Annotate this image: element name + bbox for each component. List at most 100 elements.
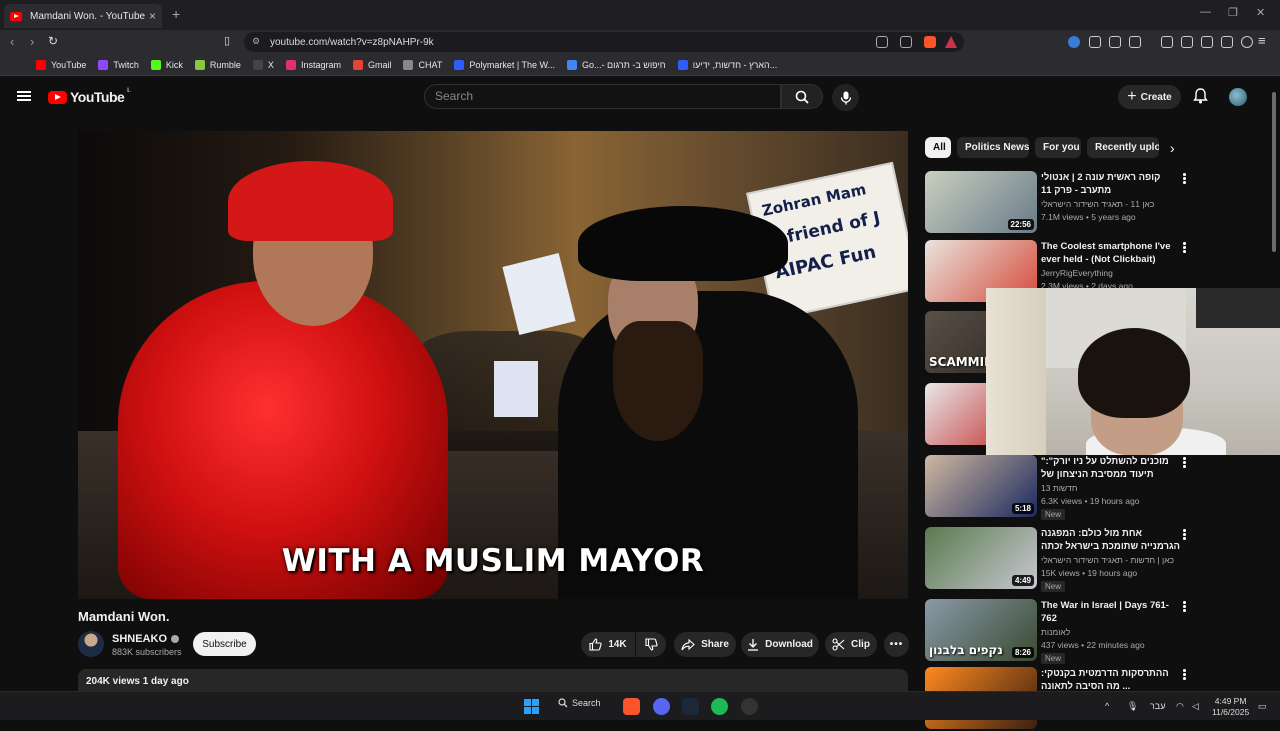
maximize-icon[interactable]: ❐ — [1228, 6, 1238, 19]
app-taskbar-icon[interactable] — [741, 698, 758, 715]
account-avatar[interactable] — [1229, 88, 1247, 106]
extension-icon[interactable] — [1068, 36, 1080, 48]
share-page-icon[interactable] — [900, 36, 912, 48]
create-button[interactable]: + Create — [1118, 85, 1181, 109]
browser-tab[interactable]: Mamdani Won. - YouTube × — [4, 4, 162, 28]
extension-shield-icon[interactable] — [1089, 36, 1101, 48]
recommendation-item[interactable]: 4:49 אחת מול כולם: המפגנה הגרמנייה שתומכת… — [925, 527, 1265, 592]
notifications-icon[interactable] — [1193, 88, 1208, 104]
hamburger-menu-icon[interactable] — [17, 91, 31, 101]
more-options-icon[interactable] — [1183, 529, 1187, 541]
tray-mic-icon[interactable]: 🎙 — [1127, 701, 1138, 712]
youtube-logo[interactable]: YouTube IL — [48, 88, 131, 105]
recommendation-channel[interactable]: כאן 11 - תאגיד השידור הישראלי — [1041, 199, 1181, 209]
bookmark-item[interactable]: YouTube — [36, 59, 86, 70]
bookmark-item[interactable]: Instagram — [285, 59, 341, 70]
wifi-icon[interactable]: ◠ — [1176, 701, 1184, 712]
clip-button[interactable]: Clip — [825, 632, 877, 657]
video-thumbnail[interactable]: 4:49 — [925, 527, 1037, 589]
bookmark-item[interactable]: Kick — [150, 59, 183, 70]
video-player[interactable]: Zohran Mam A friend of J AIPAC Fun WITH … — [78, 131, 908, 599]
brave-shields-icon[interactable] — [924, 36, 936, 48]
leo-ai-icon[interactable] — [1221, 36, 1233, 48]
tab-close-icon[interactable]: × — [149, 9, 156, 23]
clock[interactable]: 4:49 PM 11/6/2025 — [1212, 696, 1249, 718]
recommendation-title[interactable]: "מוכנים להשתלט על ניו יורק": תיעוד ממסיב… — [1041, 455, 1181, 481]
bookmark-item[interactable]: Rumble — [194, 59, 241, 70]
windows-start-icon[interactable] — [524, 699, 539, 714]
bookmark-item[interactable]: הארץ - חדשות, ידיעו... — [677, 59, 777, 70]
sidebar-icon[interactable] — [1181, 36, 1193, 48]
voice-search-button[interactable] — [832, 84, 859, 111]
minimize-icon[interactable]: — — [1200, 6, 1211, 18]
filter-chip[interactable]: For you — [1035, 137, 1081, 158]
new-tab-button[interactable]: + — [172, 6, 180, 22]
recommendation-channel[interactable]: כאן | חדשות - תאגיד השידור הישראלי — [1041, 555, 1181, 565]
brave-taskbar-icon[interactable] — [623, 698, 640, 715]
recommendation-title[interactable]: קופה ראשית עונה 2 | אנטולי מתערב - פרק 1… — [1041, 171, 1181, 197]
more-options-icon[interactable] — [1183, 669, 1187, 681]
cast-icon[interactable] — [876, 36, 888, 48]
back-icon[interactable]: ‹ — [10, 34, 14, 49]
video-thumbnail[interactable]: 5:18 — [925, 455, 1037, 517]
extensions-puzzle-icon[interactable] — [1109, 36, 1121, 48]
forward-icon[interactable]: › — [30, 34, 34, 49]
filter-chip[interactable]: Politics News — [957, 137, 1029, 158]
wallet-icon[interactable] — [1201, 36, 1213, 48]
recommendation-title[interactable]: The Coolest smartphone I've ever held - … — [1041, 240, 1181, 266]
chevron-right-icon[interactable]: › — [1170, 140, 1175, 156]
bookmark-item[interactable]: CHAT — [403, 59, 442, 70]
bookmark-item[interactable]: Go...- חיפוש ב- תרגום — [567, 59, 666, 70]
like-button[interactable]: 14K — [581, 632, 635, 657]
page-scrollbar[interactable] — [1272, 88, 1278, 684]
scrollbar-thumb[interactable] — [1272, 92, 1276, 252]
spotify-taskbar-icon[interactable] — [711, 698, 728, 715]
filter-chip[interactable]: All — [925, 137, 951, 158]
bookmark-item[interactable]: Polymarket | The W... — [454, 59, 555, 70]
recommendation-channel[interactable]: JerryRigEverything — [1041, 268, 1181, 278]
more-actions-button[interactable]: ••• — [884, 632, 909, 657]
extension-box-icon[interactable] — [1129, 36, 1141, 48]
recommendation-channel[interactable]: לאומנות — [1041, 627, 1181, 637]
site-info-icon[interactable]: ⚙ — [252, 36, 260, 47]
recommendation-item[interactable]: 5:18 "מוכנים להשתלט על ניו יורק": תיעוד מ… — [925, 455, 1265, 520]
recommendation-title[interactable]: The War in Israel | Days 761-762 — [1041, 599, 1181, 625]
volume-icon[interactable]: ◁ — [1192, 701, 1199, 712]
input-language[interactable]: עבר — [1150, 701, 1165, 711]
taskbar-search[interactable]: Search — [558, 698, 601, 708]
channel-name[interactable]: SHNEAKO — [112, 633, 180, 645]
filter-chip[interactable]: Recently uploa — [1087, 137, 1159, 158]
channel-avatar[interactable] — [78, 631, 104, 657]
bookmark-icon[interactable]: ▯ — [224, 34, 230, 47]
more-options-icon[interactable] — [1183, 601, 1187, 613]
download-button[interactable]: Download — [741, 632, 819, 657]
vpn-icon[interactable] — [1241, 36, 1253, 48]
video-thumbnail[interactable]: 22:56 — [925, 171, 1037, 233]
more-options-icon[interactable] — [1183, 173, 1187, 185]
search-input[interactable]: Search — [424, 84, 781, 109]
url-field[interactable]: ⚙ youtube.com/watch?v=z8pNAHPr-9k — [244, 32, 964, 52]
bookmark-item[interactable]: X — [252, 59, 274, 70]
window-close-icon[interactable]: ✕ — [1256, 6, 1265, 19]
video-thumbnail[interactable]: נקפים בלבנון 8:26 — [925, 599, 1037, 661]
search-button[interactable] — [781, 84, 823, 109]
notification-center-icon[interactable]: ▭ — [1258, 701, 1267, 712]
share-button[interactable]: Share — [674, 632, 736, 657]
recommendation-title[interactable]: אחת מול כולם: המפגנה הגרמנייה שתומכת ביש… — [1041, 527, 1181, 553]
bookmark-item[interactable]: Gmail — [352, 59, 391, 70]
recommendation-item[interactable]: 22:56 קופה ראשית עונה 2 | אנטולי מתערב - … — [925, 171, 1265, 235]
media-icon[interactable] — [1161, 36, 1173, 48]
bookmark-item[interactable]: Twitch — [98, 59, 139, 70]
recommendation-channel[interactable]: 13 חדשות — [1041, 483, 1181, 493]
tray-chevron-icon[interactable]: ^ — [1105, 701, 1109, 711]
menu-icon[interactable]: ≡ — [1258, 33, 1266, 48]
discord-taskbar-icon[interactable] — [653, 698, 670, 715]
reload-icon[interactable]: ↻ — [48, 34, 58, 48]
steam-taskbar-icon[interactable] — [682, 698, 699, 715]
video-description[interactable]: 204K views 1 day ago — [78, 669, 908, 691]
subscribe-button[interactable]: Subscribe — [193, 632, 256, 656]
more-options-icon[interactable] — [1183, 242, 1187, 254]
recommendation-item[interactable]: נקפים בלבנון 8:26 The War in Israel | Days… — [925, 599, 1265, 664]
recommendation-title[interactable]: ההתרסקות הדרמטית בקנטקי: מה הסיבה לתאונה… — [1041, 667, 1181, 693]
more-options-icon[interactable] — [1183, 457, 1187, 469]
